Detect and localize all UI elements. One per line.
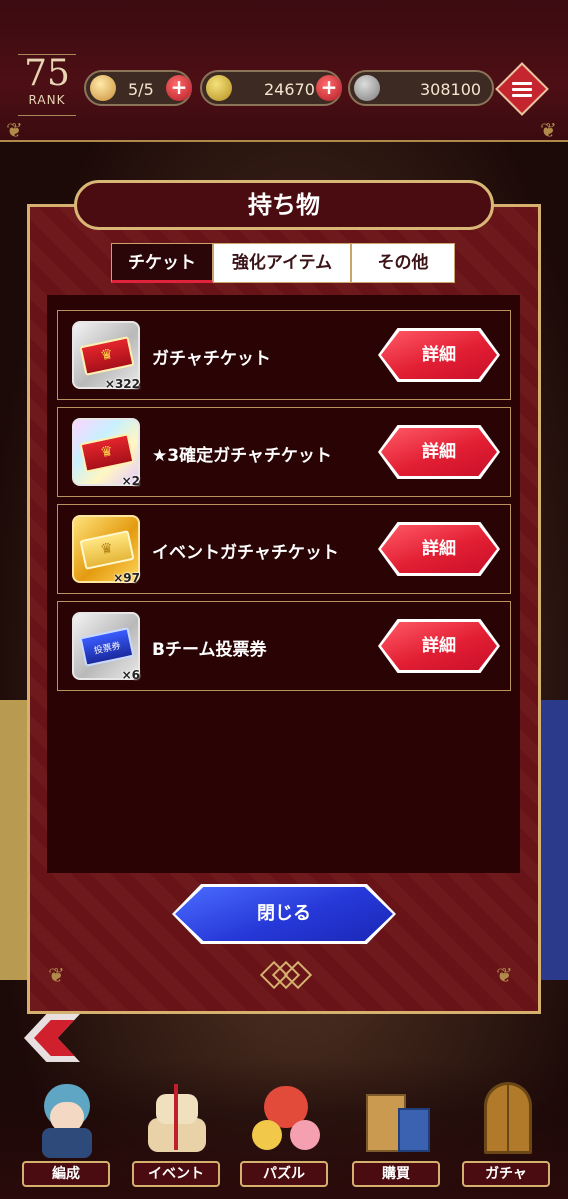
close-button-label[interactable]: 閉じる — [175, 887, 393, 941]
detail-button[interactable]: 詳細 — [378, 425, 500, 479]
ticket-text: 投票券 — [93, 641, 122, 657]
item-name: ★3確定ガチャチケット — [152, 446, 332, 466]
nav-label[interactable]: 購買 — [352, 1161, 440, 1187]
header-ornament-right: ❦ — [540, 118, 557, 142]
add-stamina-button[interactable]: + — [166, 75, 192, 101]
shopping-bag-icon — [362, 1070, 432, 1158]
detail-button[interactable]: 詳細 — [378, 328, 500, 382]
nav-item-event[interactable]: イベント — [130, 1070, 222, 1194]
item-count: ×6 — [121, 668, 140, 682]
gold-coin-icon — [206, 75, 232, 101]
item-name: イベントガチャチケット — [152, 543, 339, 563]
top-bar: 75 RANK 5/5 + 24670 + 308100 ❦ ❦ — [0, 0, 568, 142]
detail-button-label[interactable]: 詳細 — [381, 525, 497, 573]
detail-button[interactable]: 詳細 — [378, 619, 500, 673]
dialog-ornament-left: ❦ — [48, 963, 65, 987]
item-name: ガチャチケット — [152, 349, 271, 369]
nav-label[interactable]: ガチャ — [462, 1161, 550, 1187]
item-count: ×2 — [121, 474, 140, 488]
silver-value: 308100 — [420, 80, 482, 99]
list-item: ♛ ×97 イベントガチャチケット 詳細 — [57, 504, 511, 594]
background-card-right — [538, 700, 568, 980]
silver-counter: 308100 — [348, 70, 494, 106]
inventory-tabs: チケット 強化アイテム その他 — [111, 243, 455, 283]
cake-icon — [142, 1070, 212, 1158]
coin-counter: 24670 + — [200, 70, 342, 106]
puzzle-characters-icon — [250, 1070, 320, 1158]
stamina-value: 5/5 — [128, 80, 154, 99]
detail-button-label[interactable]: 詳細 — [381, 622, 497, 670]
character-icon — [32, 1070, 102, 1158]
nav-item-shop[interactable]: 購買 — [350, 1070, 442, 1194]
nav-item-formation[interactable]: 編成 — [20, 1070, 112, 1194]
nav-item-gacha[interactable]: ガチャ — [460, 1070, 552, 1194]
vote-ticket-icon: 投票券 ×6 — [72, 612, 140, 682]
nav-label[interactable]: イベント — [132, 1161, 220, 1187]
silver-coin-icon — [354, 75, 380, 101]
item-name: Bチーム投票券 — [152, 640, 267, 660]
rank-value: 75 — [24, 53, 70, 94]
list-item: ♛ ×322 ガチャチケット 詳細 — [57, 310, 511, 400]
close-button[interactable]: 閉じる — [172, 884, 396, 944]
detail-button-label[interactable]: 詳細 — [381, 428, 497, 476]
nav-item-puzzle[interactable]: パズル — [238, 1070, 330, 1194]
dialog-title: 持ち物 — [74, 180, 494, 230]
door-icon — [472, 1070, 542, 1158]
tab-others[interactable]: その他 — [351, 243, 455, 283]
gold-ticket-icon: ♛ ×97 — [72, 515, 140, 585]
background-card-left — [0, 700, 30, 980]
red-ticket-icon: ♛ ×322 — [72, 321, 140, 391]
nav-label[interactable]: パズル — [240, 1161, 328, 1187]
list-item: 投票券 ×6 Bチーム投票券 詳細 — [57, 601, 511, 691]
nav-label[interactable]: 編成 — [22, 1161, 110, 1187]
dialog-ornament-right: ❦ — [496, 963, 513, 987]
rank-display: 75 RANK — [18, 54, 76, 116]
stamina-counter: 5/5 + — [84, 70, 192, 106]
knot-ornament — [259, 960, 313, 990]
detail-button[interactable]: 詳細 — [378, 522, 500, 576]
detail-button-label[interactable]: 詳細 — [381, 331, 497, 379]
add-coin-button[interactable]: + — [316, 75, 342, 101]
tab-tickets[interactable]: チケット — [111, 243, 213, 283]
menu-icon[interactable] — [512, 79, 532, 99]
item-count: ×97 — [113, 571, 140, 585]
header-ornament-left: ❦ — [6, 118, 23, 142]
coin-value: 24670 — [264, 80, 315, 99]
bun-icon — [90, 75, 116, 101]
rainbow-red-ticket-icon: ♛ ×2 — [72, 418, 140, 488]
item-count: ×322 — [104, 377, 140, 391]
tab-upgrade-items[interactable]: 強化アイテム — [213, 243, 351, 283]
list-item: ♛ ×2 ★3確定ガチャチケット 詳細 — [57, 407, 511, 497]
rank-label: RANK — [28, 93, 66, 107]
